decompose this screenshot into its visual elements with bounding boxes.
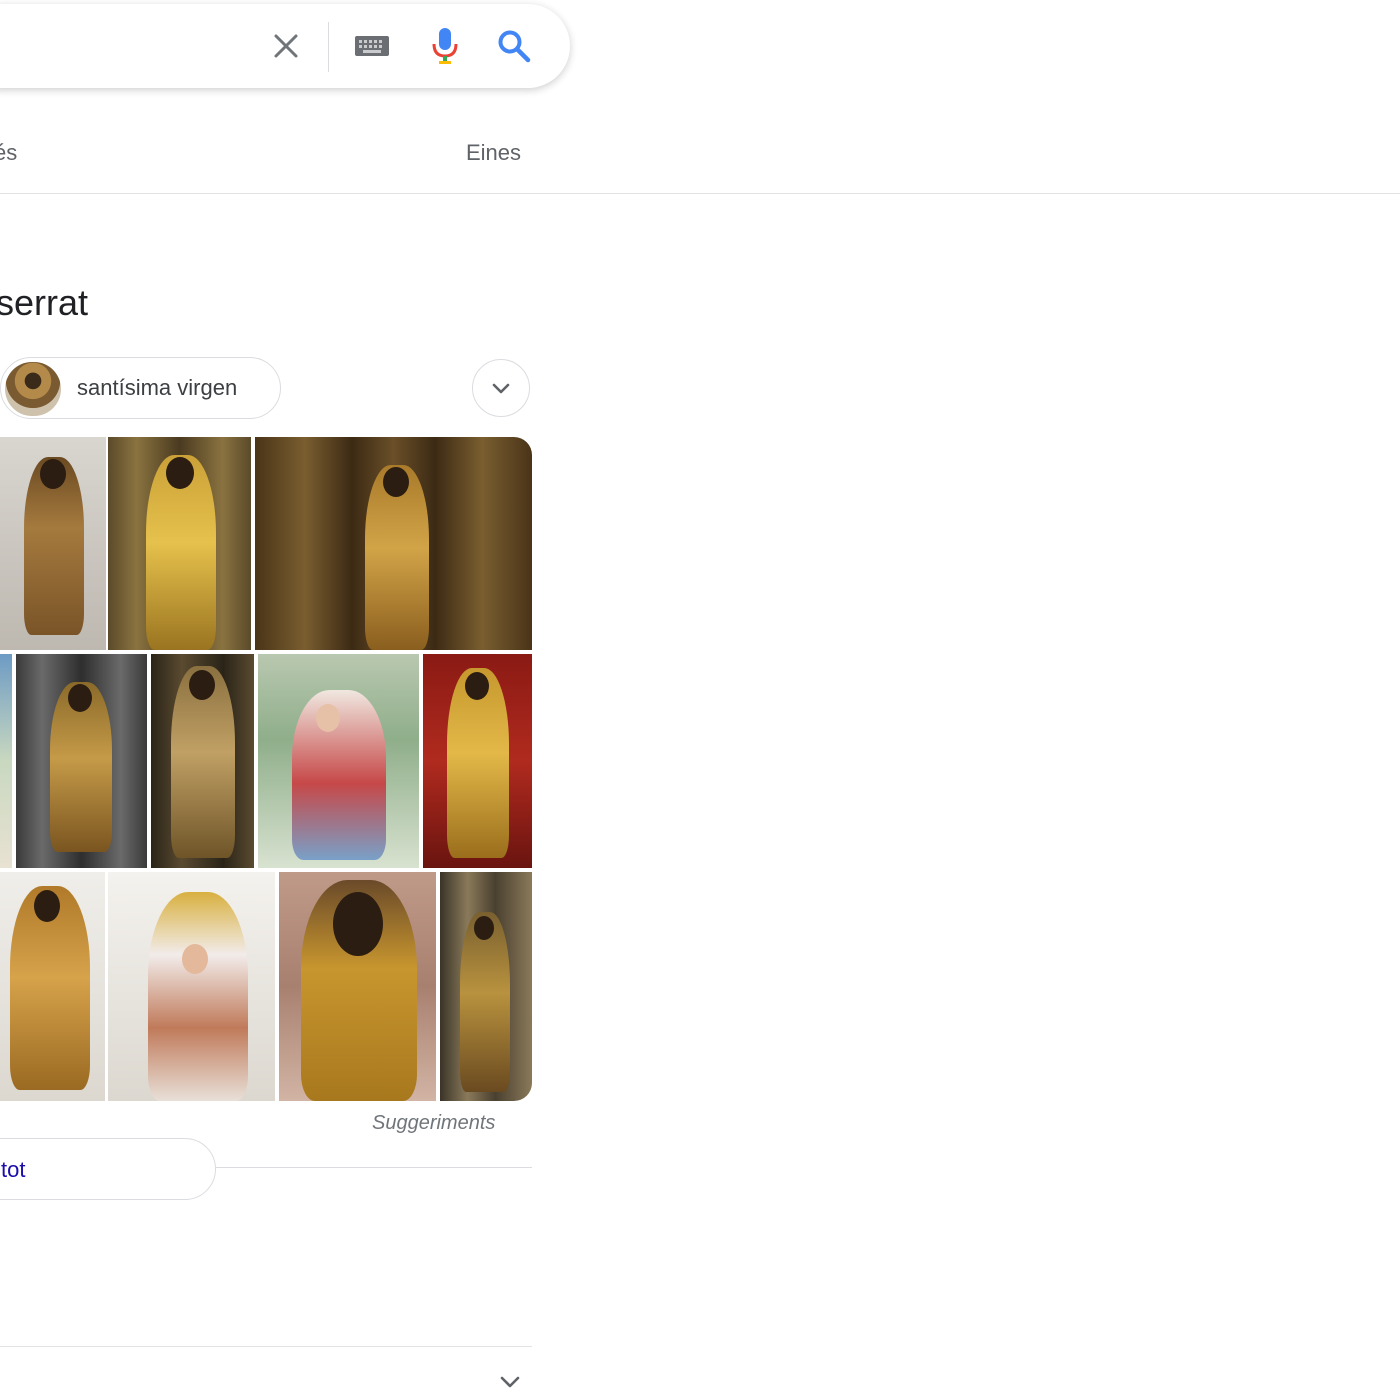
voice-search-button[interactable] xyxy=(425,26,465,66)
tools-button[interactable]: Eines xyxy=(466,140,521,166)
see-all-images-button[interactable]: tot xyxy=(0,1138,216,1200)
image-result[interactable] xyxy=(255,437,532,650)
search-box-divider xyxy=(328,22,329,72)
image-result[interactable] xyxy=(440,872,532,1101)
mic-icon xyxy=(432,28,458,64)
image-result[interactable] xyxy=(108,437,251,650)
search-tabs: és Eines xyxy=(0,110,1400,194)
chevron-down-icon xyxy=(492,383,510,394)
image-result[interactable] xyxy=(0,872,105,1101)
clear-search-button[interactable] xyxy=(266,26,306,66)
refinement-chip[interactable]: santísima virgen xyxy=(0,357,281,419)
expand-section-button[interactable] xyxy=(494,1366,526,1398)
keyboard-button[interactable] xyxy=(352,26,392,66)
divider xyxy=(0,1346,532,1347)
image-result[interactable] xyxy=(16,654,147,868)
search-button[interactable] xyxy=(494,26,534,66)
image-result[interactable] xyxy=(0,437,106,650)
suggestions-label: Suggeriments xyxy=(372,1112,496,1134)
close-icon xyxy=(274,34,298,58)
search-icon xyxy=(498,30,531,63)
chevron-down-icon xyxy=(500,1376,520,1388)
divider xyxy=(216,1167,532,1168)
search-box[interactable] xyxy=(0,4,570,88)
chip-label: santísima virgen xyxy=(77,375,238,400)
image-grid xyxy=(0,437,532,1101)
image-result[interactable] xyxy=(0,654,12,868)
keyboard-icon xyxy=(355,36,389,56)
see-all-label: tot xyxy=(1,1157,26,1182)
images-section-title: serrat xyxy=(0,282,89,323)
tab-more[interactable]: és xyxy=(0,140,17,166)
chip-thumbnail xyxy=(5,362,61,416)
image-result[interactable] xyxy=(108,872,275,1101)
image-result[interactable] xyxy=(279,872,436,1101)
expand-chips-button[interactable] xyxy=(472,359,530,417)
image-result[interactable] xyxy=(151,654,254,868)
image-result[interactable] xyxy=(258,654,419,868)
image-result[interactable] xyxy=(423,654,532,868)
